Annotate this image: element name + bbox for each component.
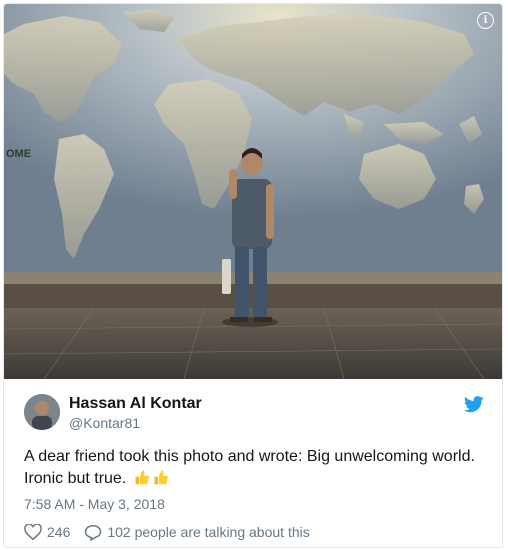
world-map-wall-image: OME [4, 4, 502, 379]
like-button[interactable]: 246 [24, 524, 70, 540]
tweet-author: Hassan Al Kontar @Kontar81 [24, 394, 484, 434]
tweet-text-line2: Ironic but true. [24, 470, 127, 487]
info-icon[interactable]: i [477, 12, 494, 29]
tweet-photo[interactable]: OME i [4, 4, 502, 379]
conversation-text: 102 people are talking about this [107, 524, 310, 540]
avatar[interactable] [24, 394, 60, 430]
thumbs-up-icon [135, 470, 149, 485]
tweet-timestamp[interactable]: 7:58 AM - May 3, 2018 [24, 496, 165, 512]
tweet-card: OME i Hassan Al Kontar @Kontar81 A dear … [3, 3, 503, 548]
tweet-text-line1: A dear friend took this photo and wrote:… [24, 448, 475, 465]
heart-icon [24, 524, 42, 540]
tweet-actions: 246 102 people are talking about this [24, 522, 324, 542]
author-handle[interactable]: @Kontar81 [69, 415, 140, 431]
tweet-text: A dear friend took this photo and wrote:… [24, 446, 489, 490]
speech-bubble-icon [85, 524, 102, 541]
author-name[interactable]: Hassan Al Kontar [69, 395, 202, 413]
conversation-button[interactable]: 102 people are talking about this [84, 524, 310, 541]
twitter-bird-icon[interactable] [464, 396, 484, 414]
thumbs-up-icon [154, 470, 168, 485]
wall-text: OME [6, 148, 31, 160]
like-count: 246 [47, 524, 71, 540]
